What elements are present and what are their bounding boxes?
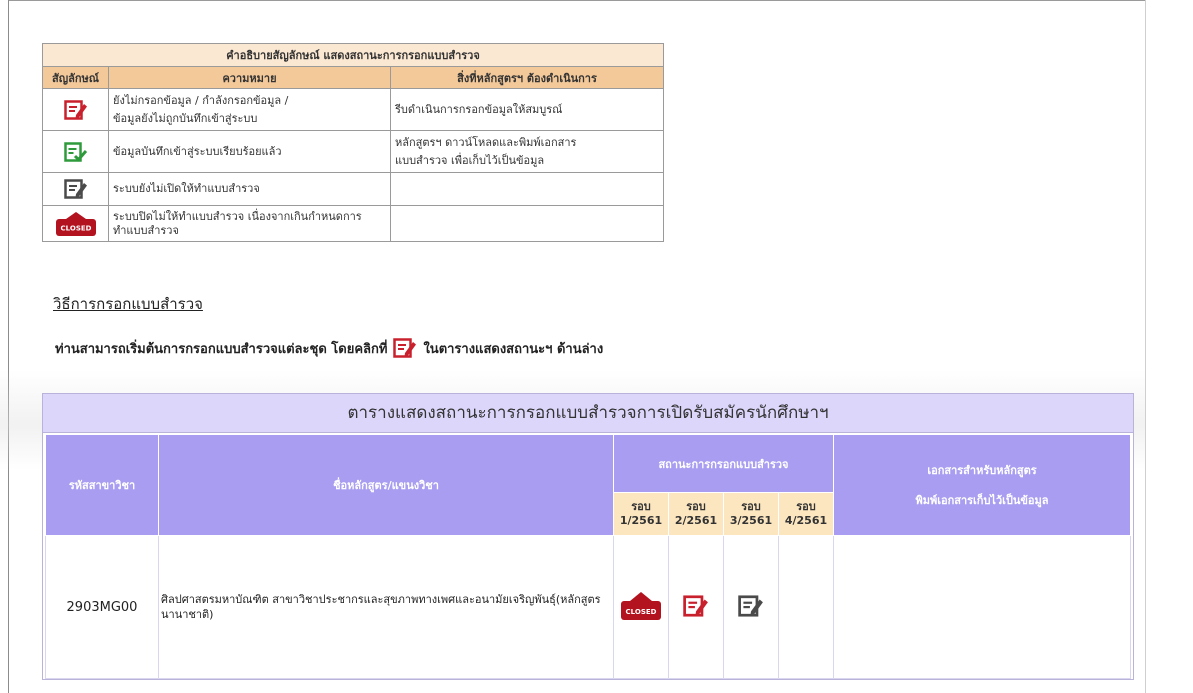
edit-red-icon[interactable]: [683, 594, 709, 618]
closed-sign-icon: CLOSED: [55, 211, 96, 236]
round-header-4: รอบ 4/2561: [778, 492, 834, 536]
round-header-3: รอบ 3/2561: [723, 492, 779, 536]
status-table: รหัสสาขาวิชา ชื่อหลักสูตร/แขนงวิชา สถานะ…: [45, 434, 1131, 679]
course-code: 2903MG00: [45, 535, 159, 679]
legend-meaning-line: ยังไม่กรอกข้อมูล / กำลังกรอกข้อมูล /: [113, 93, 289, 107]
legend-row: ยังไม่กรอกข้อมูล / กำลังกรอกข้อมูล / ข้อม…: [42, 88, 664, 131]
col-documents-line: พิมพ์เอกสารเก็บไว้เป็นข้อมูล: [915, 494, 1049, 507]
svg-text:CLOSED: CLOSED: [626, 608, 657, 616]
edit-gray-icon: [738, 594, 763, 617]
col-course-name: ชื่อหลักสูตร/แขนงวิชา: [158, 434, 614, 536]
svg-text:CLOSED: CLOSED: [60, 224, 91, 232]
edit-red-icon: [393, 338, 417, 358]
legend-action-line: หลักสูตรฯ ดาวน์โหลดและพิมพ์เอกสาร: [395, 135, 577, 149]
legend-row: ข้อมูลบันทึกเข้าสู่ระบบเรียบร้อยแล้ว หลั…: [42, 130, 664, 173]
legend-action-line: รีบดำเนินการกรอกข้อมูลให้สมบูรณ์: [395, 102, 563, 116]
status-round-3: [723, 535, 779, 679]
status-round-1: CLOSED: [613, 535, 669, 679]
status-table-title: ตารางแสดงสถานะการกรอกแบบสำรวจการเปิดรับส…: [43, 394, 1133, 433]
col-course-code: รหัสสาขาวิชา: [45, 434, 159, 536]
legend-col-meaning: ความหมาย: [108, 66, 391, 89]
course-name: ศิลปศาสตรมหาบัณฑิต สาขาวิชาประชากรและสุข…: [158, 535, 614, 679]
legend-row: ระบบยังไม่เปิดให้ทำแบบสำรวจ: [42, 172, 664, 206]
status-round-2[interactable]: [668, 535, 724, 679]
legend-meaning-line: ข้อมูลยังไม่ถูกบันทึกเข้าสู่ระบบ: [113, 111, 258, 125]
col-documents: เอกสารสำหรับหลักสูตร พิมพ์เอกสารเก็บไว้เ…: [833, 434, 1131, 536]
edit-red-icon: [63, 99, 87, 120]
legend-col-symbol: สัญลักษณ์: [42, 66, 109, 89]
legend-table: คำอธิบายสัญลักษณ์ แสดงสถานะการกรอกแบบสำร…: [42, 43, 664, 242]
page-frame-right: [1145, 0, 1146, 693]
legend-action-line: แบบสำรวจ เพื่อเก็บไว้เป็นข้อมูล: [395, 153, 545, 167]
howto-instruction: ท่านสามารถเริ่มต้นการกรอกแบบสำรวจแต่ละชุ…: [55, 337, 603, 359]
legend-meaning-line: ทำแบบสำรวจ: [113, 223, 179, 237]
howto-title: วิธีการกรอกแบบสำรวจ: [53, 295, 203, 313]
documents-cell: [833, 535, 1131, 679]
legend-caption: คำอธิบายสัญลักษณ์ แสดงสถานะการกรอกแบบสำร…: [42, 43, 664, 67]
edit-gray-icon: [63, 179, 87, 199]
round-header-2: รอบ 2/2561: [668, 492, 724, 536]
legend-row: CLOSED ระบบปิดไม่ให้ทำแบบสำรวจ เนื่องจาก…: [42, 205, 664, 242]
round-header-1: รอบ 1/2561: [613, 492, 669, 536]
col-documents-line: เอกสารสำหรับหลักสูตร: [927, 464, 1037, 477]
col-survey-status: สถานะการกรอกแบบสำรวจ: [613, 434, 834, 493]
howto-text-before: ท่านสามารถเริ่มต้นการกรอกแบบสำรวจแต่ละชุ…: [55, 341, 388, 357]
table-row: 2903MG00 ศิลปศาสตรมหาบัณฑิต สาขาวิชาประช…: [45, 535, 1131, 679]
legend-meaning-line: ข้อมูลบันทึกเข้าสู่ระบบเรียบร้อยแล้ว: [113, 144, 282, 158]
howto-text-after: ในตารางแสดงสถานะฯ ด้านล่าง: [423, 341, 604, 357]
legend-meaning-line: ระบบยังไม่เปิดให้ทำแบบสำรวจ: [113, 182, 260, 195]
status-round-4: [778, 535, 834, 679]
page-frame-left: [8, 0, 9, 693]
page-frame-top: [8, 0, 1146, 1]
legend-col-action: สิ่งที่หลักสูตรฯ ต้องดำเนินการ: [390, 66, 664, 89]
closed-sign-icon: CLOSED: [621, 591, 661, 620]
status-panel: ตารางแสดงสถานะการกรอกแบบสำรวจการเปิดรับส…: [42, 393, 1134, 680]
legend-meaning-line: ระบบปิดไม่ให้ทำแบบสำรวจ เนื่องจากเกินกำห…: [113, 209, 362, 223]
check-green-icon: [63, 141, 87, 162]
